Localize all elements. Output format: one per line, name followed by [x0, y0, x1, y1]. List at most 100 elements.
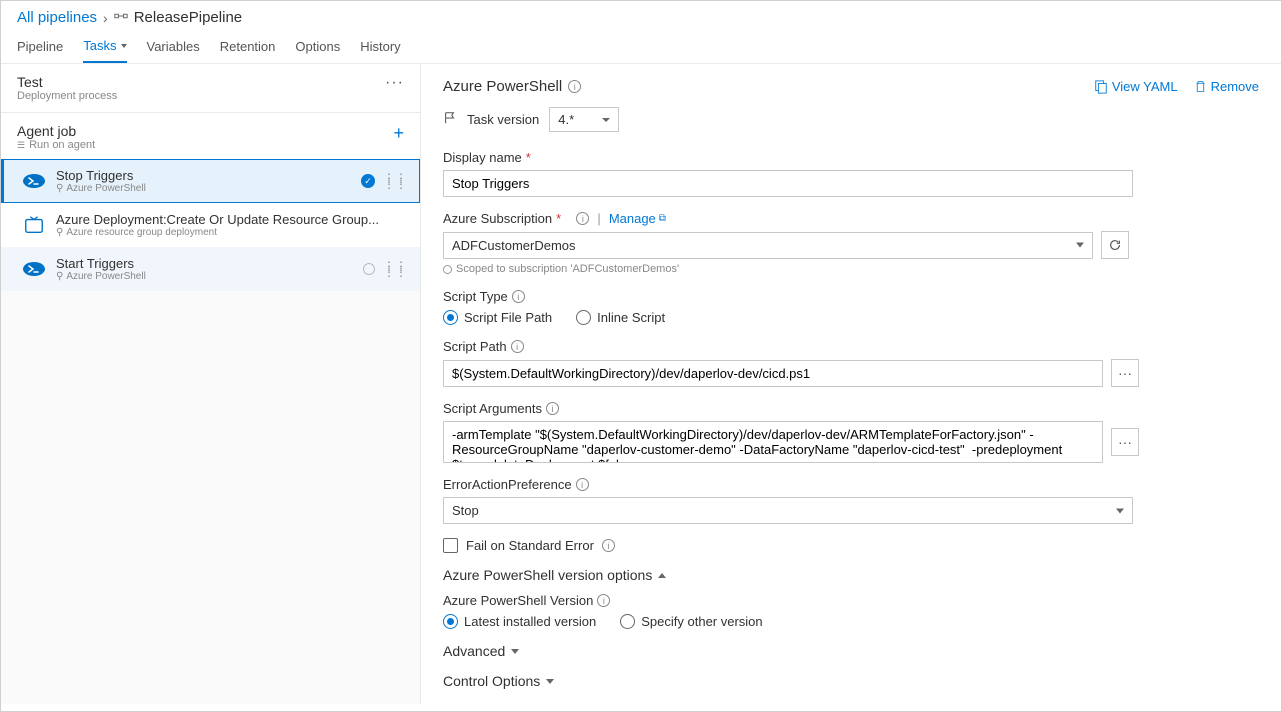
task-sub: ⚲ Azure PowerShell	[56, 271, 363, 282]
task-azure-deployment[interactable]: Azure Deployment:Create Or Update Resour…	[1, 203, 420, 247]
list-icon: ☰	[17, 140, 25, 151]
info-icon[interactable]: i	[597, 594, 610, 607]
task-stop-triggers[interactable]: Stop Triggers ⚲ Azure PowerShell ✓ ⋮⋮⋮⋮	[1, 159, 420, 203]
browse-button[interactable]: ···	[1111, 428, 1139, 456]
task-sub-text: Azure PowerShell	[66, 183, 145, 194]
script-args-input[interactable]	[443, 421, 1103, 463]
scope-hint: Scoped to subscription 'ADFCustomerDemos…	[443, 263, 1259, 275]
required-marker: *	[556, 211, 561, 226]
circle-icon	[443, 265, 452, 274]
fail-checkbox[interactable]	[443, 538, 458, 553]
link-icon: ⚲	[56, 271, 63, 282]
section-label: Advanced	[443, 643, 505, 659]
radio-icon	[576, 310, 591, 325]
pipeline-icon	[114, 9, 128, 26]
radio-latest-version[interactable]: Latest installed version	[443, 614, 596, 629]
task-sub: ⚲ Azure resource group deployment	[56, 227, 407, 238]
job-header[interactable]: Agent job ☰ Run on agent +	[1, 113, 420, 159]
radio-specify-version[interactable]: Specify other version	[620, 614, 762, 629]
task-start-triggers[interactable]: Start Triggers ⚲ Azure PowerShell ⋮⋮⋮⋮	[1, 247, 420, 291]
tab-tasks[interactable]: Tasks	[83, 30, 126, 63]
breadcrumb: All pipelines › ReleasePipeline	[1, 1, 1281, 30]
stage-desc: Deployment process	[17, 90, 117, 102]
stage-name: Test	[17, 74, 117, 90]
info-icon[interactable]: i	[576, 212, 589, 225]
task-sub-text: Azure resource group deployment	[66, 227, 217, 238]
section-control-options[interactable]: Control Options	[443, 673, 1259, 689]
task-sub-text: Azure PowerShell	[66, 271, 145, 282]
view-yaml-label: View YAML	[1112, 79, 1178, 94]
radio-icon	[620, 614, 635, 629]
radio-icon	[443, 310, 458, 325]
section-advanced[interactable]: Advanced	[443, 643, 1259, 659]
chevron-down-icon	[511, 649, 519, 654]
ps-version-label: Azure PowerShell Version	[443, 593, 593, 608]
chevron-down-icon	[1116, 508, 1124, 513]
error-pref-label: ErrorActionPreference	[443, 477, 572, 492]
add-task-button[interactable]: +	[393, 123, 404, 144]
chevron-down-icon	[546, 679, 554, 684]
radio-inline-script[interactable]: Inline Script	[576, 310, 665, 325]
powershell-icon	[22, 169, 46, 193]
manage-link[interactable]: Manage ⧉	[609, 211, 666, 226]
scope-hint-text: Scoped to subscription 'ADFCustomerDemos…	[456, 263, 679, 275]
subscription-label: Azure Subscription	[443, 211, 552, 226]
task-details-title: Azure PowerShell i	[443, 78, 581, 95]
section-label: Control Options	[443, 673, 540, 689]
task-sub: ⚲ Azure PowerShell	[56, 183, 361, 194]
flag-icon	[443, 111, 457, 128]
job-desc: ☰ Run on agent	[17, 139, 95, 151]
tab-variables[interactable]: Variables	[147, 30, 200, 63]
link-icon: ⚲	[56, 227, 63, 238]
view-yaml-button[interactable]: View YAML	[1094, 79, 1178, 94]
breadcrumb-title: ReleasePipeline	[134, 9, 242, 26]
task-title: Azure Deployment:Create Or Update Resour…	[56, 212, 407, 227]
subscription-value: ADFCustomerDemos	[452, 238, 576, 253]
task-version-select[interactable]: 4.*	[549, 107, 619, 132]
section-output-vars[interactable]: Output Variables	[443, 703, 1259, 704]
subscription-select[interactable]: ADFCustomerDemos	[443, 232, 1093, 259]
chevron-down-icon	[1076, 243, 1084, 248]
more-icon[interactable]: ···	[385, 74, 404, 92]
job-name: Agent job	[17, 123, 95, 139]
error-pref-value: Stop	[452, 503, 479, 518]
chevron-right-icon: ›	[103, 10, 108, 26]
job-desc-text: Run on agent	[29, 139, 95, 151]
stage-header[interactable]: Test Deployment process ···	[1, 64, 420, 113]
powershell-icon	[22, 257, 46, 281]
chevron-up-icon	[658, 573, 666, 578]
drag-handle[interactable]: ⋮⋮⋮⋮	[383, 175, 407, 187]
tab-tasks-label: Tasks	[83, 38, 116, 53]
info-icon[interactable]: i	[602, 539, 615, 552]
tabs: Pipeline Tasks Variables Retention Optio…	[1, 30, 1281, 64]
left-panel: Test Deployment process ··· Agent job ☰ …	[1, 64, 421, 704]
section-ps-version[interactable]: Azure PowerShell version options	[443, 567, 1259, 583]
browse-button[interactable]: ···	[1111, 359, 1139, 387]
tab-pipeline[interactable]: Pipeline	[17, 30, 63, 63]
tab-history[interactable]: History	[360, 30, 400, 63]
remove-button[interactable]: Remove	[1194, 79, 1259, 94]
section-label: Azure PowerShell version options	[443, 567, 652, 583]
resource-group-icon	[22, 213, 46, 237]
info-icon[interactable]: i	[568, 80, 581, 93]
tab-options[interactable]: Options	[295, 30, 340, 63]
error-pref-select[interactable]: Stop	[443, 497, 1133, 524]
info-icon[interactable]: i	[576, 478, 589, 491]
refresh-button[interactable]	[1101, 231, 1129, 259]
radio-label: Inline Script	[597, 310, 665, 325]
display-name-label: Display name	[443, 150, 522, 165]
info-icon[interactable]: i	[511, 340, 524, 353]
breadcrumb-root[interactable]: All pipelines	[17, 9, 97, 26]
section-label: Output Variables	[443, 703, 546, 704]
chevron-down-icon	[121, 44, 127, 48]
task-version-label: Task version	[467, 112, 539, 127]
info-icon[interactable]: i	[546, 402, 559, 415]
tab-retention[interactable]: Retention	[220, 30, 276, 63]
task-details-title-text: Azure PowerShell	[443, 78, 562, 95]
display-name-input[interactable]	[443, 170, 1133, 197]
drag-handle[interactable]: ⋮⋮⋮⋮	[383, 263, 407, 275]
script-path-input[interactable]	[443, 360, 1103, 387]
radio-script-file-path[interactable]: Script File Path	[443, 310, 552, 325]
status-circle	[363, 263, 375, 275]
info-icon[interactable]: i	[512, 290, 525, 303]
